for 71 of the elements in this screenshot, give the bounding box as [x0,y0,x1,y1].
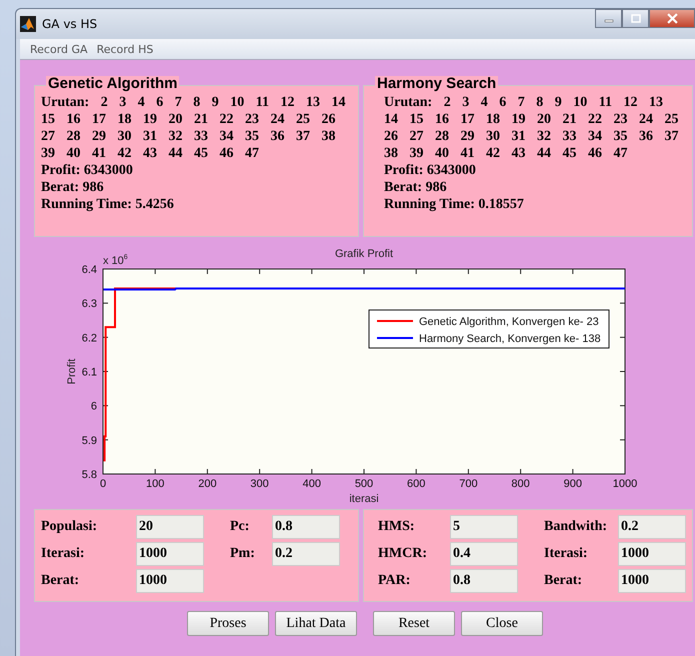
y-tick-label: 5.9 [82,434,97,447]
x-tick-label: 100 [146,478,164,490]
action-button[interactable]: Proses [187,611,269,636]
running-time-text: Running Time: 5.4256 [41,196,175,213]
field-label: Pc: [230,519,250,535]
input-field[interactable]: 0.8 [450,569,518,593]
legend-line [377,320,413,322]
profit-text: Profit: 6343000 [41,162,134,179]
input-field[interactable]: 1000 [136,542,204,566]
x-tick-label: 200 [198,478,217,490]
panel-title: Harmony Search [375,76,498,92]
y-tick-label: 6.4 [82,264,97,276]
action-button[interactable]: Close [461,611,543,636]
input-field[interactable]: 0.2 [618,515,686,539]
x-tick-label: 0 [100,478,106,490]
input-field[interactable]: 0.2 [272,542,340,566]
menu-item[interactable]: Record GA [30,42,88,56]
x-axis-label: iterasi [349,493,379,505]
action-button[interactable]: Reset [373,611,455,636]
legend-line [377,337,413,339]
maximize-icon [630,14,640,24]
field-label: HMS: [378,519,416,535]
field-label: Populasi: [41,519,98,535]
order-text: Urutan: 2 3 4 6 7 8 9 10 11 12 13 14 15 16 17 18 19 20 21 22 23 24 25 26 27 28 29 30 31 32 33 34 35 36 37 38 39 40 41 42 43 44 45 46 47 [384,94,680,162]
axis-exponent: x 10$^{6}$ [103,254,128,267]
x-tick-label: 1000 [612,478,638,490]
y-tick-label: 6 [90,400,97,413]
input-field[interactable]: 0.8 [272,515,340,539]
input-field[interactable]: 1000 [618,569,686,593]
panel-title: Genetic Algorithm [46,76,180,92]
x-tick-label: 900 [564,478,582,490]
input-field[interactable]: 0.4 [450,542,518,566]
input-field[interactable]: 5 [450,515,518,539]
minimize-button[interactable] [595,9,622,28]
y-tick-label: 5.8 [82,469,97,481]
chart-title: Grafik Profit [334,248,394,260]
close-button[interactable] [649,9,695,28]
peak-logo-icon [20,16,36,32]
field-label: PAR: [378,573,412,589]
y-tick-label: 6.3 [82,298,97,310]
field-label: Berat: [41,573,80,589]
legend-label: Harmony Search, Konvergen ke- 138 [419,333,601,345]
x-tick-label: 300 [250,478,269,490]
window-title: GA vs HS [42,17,98,31]
legend-label: Genetic Algorithm, Konvergen ke- 23 [419,316,599,328]
x-tick-label: 700 [459,478,478,490]
x-tick-label: 800 [511,478,530,490]
x-tick-label: 500 [354,478,374,490]
input-field[interactable]: 1000 [618,542,686,566]
weight-text: Berat: 986 [384,179,448,196]
y-tick-label: 6.1 [82,366,97,378]
profit-text: Profit: 6343000 [384,162,477,179]
field-label: Iterasi: [41,546,86,562]
weight-text: Berat: 986 [41,179,105,196]
y-axis-label: Profit [66,358,78,384]
input-field[interactable]: 1000 [136,569,204,593]
menu-item[interactable]: Record HS [96,42,154,56]
action-button[interactable]: Lihat Data [275,611,357,636]
maximize-button[interactable] [622,9,649,28]
field-label: Pm: [230,546,256,562]
field-label: HMCR: [378,546,428,562]
x-tick-label: 600 [407,478,426,490]
order-text: Urutan: 2 3 4 6 7 8 9 10 11 12 13 14 15 16 17 18 19 20 21 22 23 24 25 26 27 28 29 30 31 32 33 34 35 36 37 38 39 40 41 42 43 44 45 46 47 [41,94,346,162]
y-tick-label: 6.2 [82,332,97,344]
running-time-text: Running Time: 0.18557 [384,196,525,213]
close-icon [666,13,678,24]
field-label: Berat: [544,573,584,589]
x-tick-label: 400 [302,478,321,490]
field-label: Bandwith: [544,519,608,535]
field-label: Iterasi: [544,546,589,562]
input-field[interactable]: 20 [136,515,204,539]
